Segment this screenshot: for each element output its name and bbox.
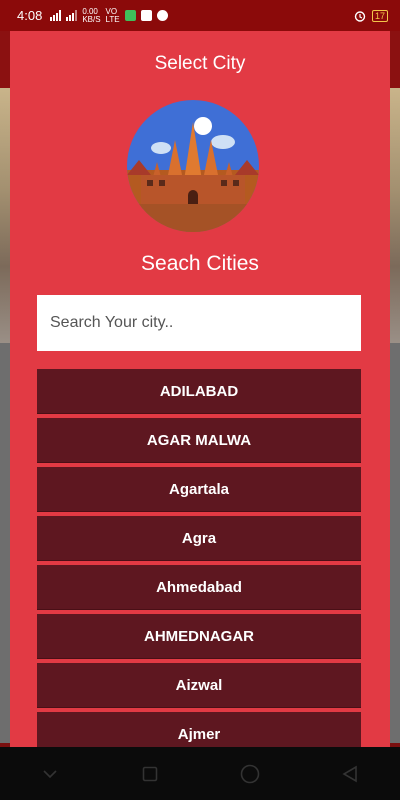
city-list-item[interactable]: ADILABAD xyxy=(37,369,361,414)
search-heading: Seach Cities xyxy=(141,252,259,275)
select-city-dialog: Select City Seach Cities ADILABADAG xyxy=(10,31,390,757)
home-circle-icon[interactable] xyxy=(230,754,270,794)
signal-2-icon xyxy=(66,10,78,21)
status-right: 17 xyxy=(354,9,388,22)
city-list-item[interactable]: Ahmedabad xyxy=(37,565,361,610)
status-indicators: 0.00 KB/S VO LTE xyxy=(50,6,168,24)
signal-icon xyxy=(50,10,62,21)
city-skyline-icon xyxy=(127,100,259,232)
volte-indicator: VO LTE xyxy=(105,6,120,24)
city-list-item[interactable]: Agra xyxy=(37,516,361,561)
navigation-bar xyxy=(0,747,400,800)
gmail-icon xyxy=(140,10,152,21)
recent-apps-icon[interactable] xyxy=(130,754,170,794)
status-bar: 4:08 0.00 KB/S VO LTE 17 xyxy=(0,0,400,31)
city-list-item[interactable]: AGAR MALWA xyxy=(37,418,361,463)
google-icon xyxy=(156,10,168,21)
city-list: ADILABAD AGAR MALWA Agartala Agra Ahmedabad A… xyxy=(37,369,361,761)
back-chevron-icon[interactable] xyxy=(30,754,70,794)
city-list-item[interactable]: AHMEDNAGAR xyxy=(37,614,361,659)
status-time: 4:08 xyxy=(17,8,43,23)
net-speed: 0.00 KB/S xyxy=(82,6,101,24)
city-search-input[interactable] xyxy=(37,295,361,351)
city-list-item[interactable]: Aizwal xyxy=(37,663,361,708)
dialog-title: Select City xyxy=(154,53,246,74)
city-list-item[interactable]: Agartala xyxy=(37,467,361,512)
chat-app-icon xyxy=(124,10,136,21)
alarm-icon xyxy=(354,10,366,22)
back-triangle-icon[interactable] xyxy=(330,754,370,794)
battery-icon: 17 xyxy=(371,9,388,22)
